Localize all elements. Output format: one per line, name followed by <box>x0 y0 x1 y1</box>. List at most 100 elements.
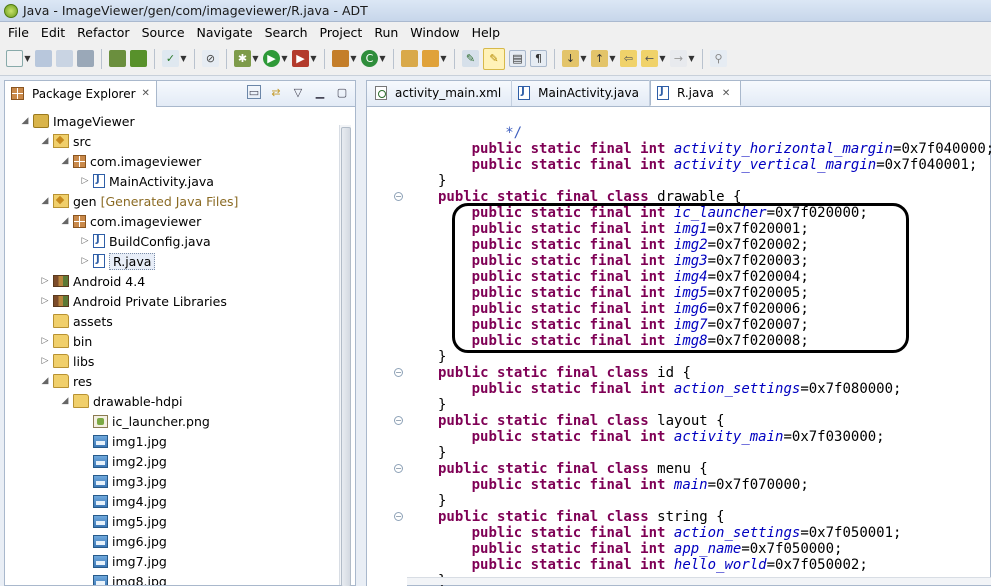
editor-tab[interactable]: R.java ✕ <box>649 80 742 106</box>
forward-dropdown-icon[interactable]: ▼ <box>688 50 695 67</box>
collapsed-arrow-icon[interactable]: ▷ <box>39 356 51 366</box>
tree-item[interactable]: ◢ drawable-hdpi <box>59 391 183 411</box>
expanded-arrow-icon[interactable]: ◢ <box>59 156 71 166</box>
tree-item[interactable]: ◢ com.imageviewer <box>59 211 202 231</box>
collapsed-arrow-icon[interactable]: ▷ <box>79 236 91 246</box>
external-tools-dropdown-icon[interactable]: ▼ <box>310 50 317 67</box>
menu-item-source[interactable]: Source <box>136 25 191 40</box>
debug-dropdown-icon[interactable]: ▼ <box>252 50 259 67</box>
lint-check-icon[interactable]: ✓ <box>162 50 179 67</box>
skip-breakpoints-icon[interactable]: ⊘ <box>202 50 219 67</box>
tree-item[interactable]: img4.jpg <box>79 491 167 511</box>
back-dropdown-icon[interactable]: ▼ <box>659 50 666 67</box>
tree-item[interactable]: img2.jpg <box>79 451 167 471</box>
fold-toggle-icon[interactable]: − <box>394 416 403 425</box>
tree-item[interactable]: img6.jpg <box>79 531 167 551</box>
tree-item[interactable]: ◢ src <box>39 131 92 151</box>
run-dropdown-icon[interactable]: ▼ <box>281 50 288 67</box>
close-icon[interactable]: ✕ <box>722 88 730 99</box>
expanded-arrow-icon[interactable]: ◢ <box>19 116 31 126</box>
tree-item[interactable]: ◢ gen [Generated Java Files] <box>39 191 239 211</box>
new-class-icon[interactable]: C <box>361 50 378 67</box>
collapsed-arrow-icon[interactable]: ▷ <box>39 276 51 286</box>
save-icon[interactable] <box>35 50 52 67</box>
sdk-manager-icon[interactable] <box>109 50 126 67</box>
tree-item[interactable]: ◢ res <box>39 371 93 391</box>
tree-item[interactable]: ▷ Android 4.4 <box>39 271 146 291</box>
link-with-editor-icon[interactable]: ⇄ <box>269 85 283 99</box>
previous-annotation-dropdown-icon[interactable]: ▼ <box>609 50 616 67</box>
collapse-all-icon[interactable]: ▭ <box>247 85 261 99</box>
view-menu-icon[interactable]: ▽ <box>291 85 305 99</box>
show-whitespace-icon[interactable]: ¶ <box>530 50 547 67</box>
tree-item[interactable]: ▷ R.java <box>79 251 156 271</box>
expanded-arrow-icon[interactable]: ◢ <box>59 396 71 406</box>
menu-item-search[interactable]: Search <box>259 25 314 40</box>
menu-item-navigate[interactable]: Navigate <box>191 25 259 40</box>
new-class-dropdown-icon[interactable]: ▼ <box>379 50 386 67</box>
next-annotation-dropdown-icon[interactable]: ▼ <box>580 50 587 67</box>
menu-item-file[interactable]: File <box>2 25 35 40</box>
forward-icon[interactable]: → <box>670 50 687 67</box>
fold-toggle-icon[interactable]: − <box>394 464 403 473</box>
collapsed-arrow-icon[interactable]: ▷ <box>79 176 91 186</box>
new-icon[interactable] <box>6 50 23 67</box>
previous-annotation-icon[interactable]: ↑ <box>591 50 608 67</box>
expanded-arrow-icon[interactable]: ◢ <box>39 136 51 146</box>
next-annotation-icon[interactable]: ↓ <box>562 50 579 67</box>
minimize-icon[interactable]: ▁ <box>313 85 327 99</box>
fold-toggle-icon[interactable]: − <box>394 192 403 201</box>
tree-item[interactable]: ▷ MainActivity.java <box>79 171 214 191</box>
tree-item[interactable]: img5.jpg <box>79 511 167 531</box>
open-type-icon[interactable] <box>401 50 418 67</box>
tree-item[interactable]: ▷ BuildConfig.java <box>79 231 211 251</box>
new-dropdown-icon[interactable]: ▼ <box>24 50 31 67</box>
tree-item[interactable]: ◢ ImageViewer <box>19 111 135 131</box>
lint-dropdown-icon[interactable]: ▼ <box>180 50 187 67</box>
package-explorer-scrollbar[interactable] <box>339 125 351 586</box>
tree-item[interactable]: img3.jpg <box>79 471 167 491</box>
tree-item[interactable]: img7.jpg <box>79 551 167 571</box>
external-tools-icon[interactable]: ▶ <box>292 50 309 67</box>
editor-horizontal-scrollbar[interactable] <box>407 577 991 585</box>
tree-item[interactable]: ▷ bin <box>39 331 93 351</box>
back-icon[interactable]: ← <box>641 50 658 67</box>
close-icon[interactable]: ✕ <box>142 88 150 99</box>
avd-manager-icon[interactable] <box>130 50 147 67</box>
expanded-arrow-icon[interactable]: ◢ <box>39 376 51 386</box>
editor-tab[interactable]: MainActivity.java <box>512 80 650 106</box>
tab-package-explorer[interactable]: Package Explorer ✕ <box>5 80 157 107</box>
menu-item-edit[interactable]: Edit <box>35 25 71 40</box>
toggle-block-selection-icon[interactable]: ▤ <box>509 50 526 67</box>
menu-item-help[interactable]: Help <box>466 25 507 40</box>
new-java-project-icon[interactable] <box>332 50 349 67</box>
toggle-highlight-icon[interactable]: ✎ <box>483 47 505 70</box>
tree-item[interactable]: ▷ libs <box>39 351 95 371</box>
collapsed-arrow-icon[interactable]: ▷ <box>39 336 51 346</box>
new-java-project-dropdown-icon[interactable]: ▼ <box>350 50 357 67</box>
menu-item-window[interactable]: Window <box>404 25 465 40</box>
expanded-arrow-icon[interactable]: ◢ <box>59 216 71 226</box>
menu-item-refactor[interactable]: Refactor <box>71 25 135 40</box>
fold-toggle-icon[interactable]: − <box>394 512 403 521</box>
fold-toggle-icon[interactable]: − <box>394 368 403 377</box>
last-edit-location-icon[interactable]: ⇦ <box>620 50 637 67</box>
menu-item-project[interactable]: Project <box>314 25 369 40</box>
collapsed-arrow-icon[interactable]: ▷ <box>39 296 51 306</box>
expanded-arrow-icon[interactable]: ◢ <box>39 196 51 206</box>
tree-item[interactable]: ◢ com.imageviewer <box>59 151 202 171</box>
run-icon[interactable]: ▶ <box>263 50 280 67</box>
tree-item[interactable]: ic_launcher.png <box>79 411 210 431</box>
editor-tab[interactable]: activity_main.xml <box>369 80 513 106</box>
tree-item[interactable]: assets <box>39 311 113 331</box>
tree-item[interactable]: ▷ Android Private Libraries <box>39 291 227 311</box>
print-icon[interactable] <box>77 50 94 67</box>
search-dropdown-icon[interactable]: ▼ <box>440 50 447 67</box>
pin-editor-icon[interactable]: ⚲ <box>710 50 727 67</box>
tree-item[interactable]: img8.jpg <box>79 571 167 585</box>
scrollbar-thumb[interactable] <box>341 127 351 586</box>
search-icon[interactable] <box>422 50 439 67</box>
save-all-icon[interactable] <box>56 50 73 67</box>
tree-item[interactable]: img1.jpg <box>79 431 167 451</box>
menu-item-run[interactable]: Run <box>368 25 404 40</box>
